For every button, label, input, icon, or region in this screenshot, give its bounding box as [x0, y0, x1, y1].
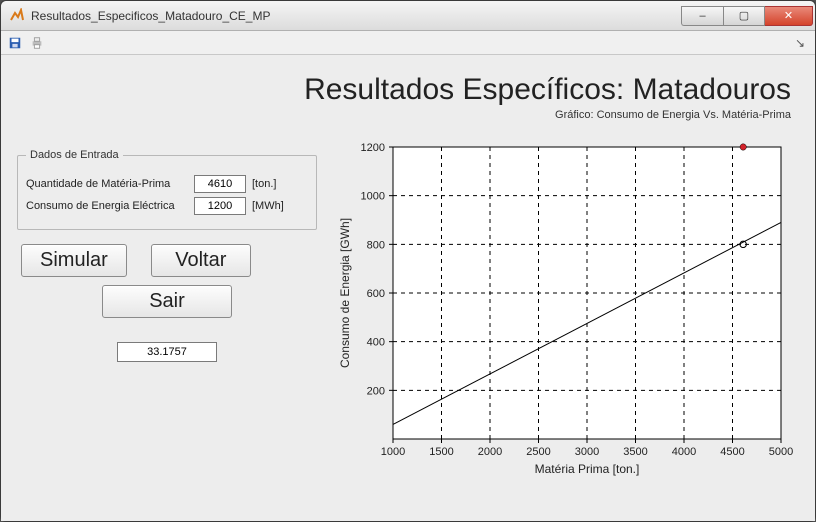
inputs-group: Dados de Entrada Quantidade de Matéria-P… [17, 149, 317, 230]
toolbar: ↘ [1, 31, 815, 55]
page-title: Resultados Específicos: Matadouros [17, 73, 791, 107]
simular-button[interactable]: Simular [21, 244, 127, 277]
maximize-button[interactable]: ▢ [723, 6, 765, 26]
chart: 1000 1500 2000 2500 3000 3500 4000 4500 5000 200 4… [333, 139, 793, 479]
ce-unit: [MWh] [252, 200, 292, 212]
svg-text:Matéria Prima [ton.]: Matéria Prima [ton.] [535, 462, 640, 476]
result-output: 33.1757 [117, 342, 217, 362]
svg-text:2500: 2500 [526, 446, 550, 458]
svg-text:1000: 1000 [381, 446, 405, 458]
chart-panel: 1000 1500 2000 2500 3000 3500 4000 4500 5000 200 4… [333, 131, 799, 479]
window-title: Resultados_Especificos_Matadouro_CE_MP [31, 9, 270, 23]
svg-text:2000: 2000 [478, 446, 502, 458]
matlab-app-icon [9, 8, 25, 24]
sair-button[interactable]: Sair [102, 285, 232, 318]
svg-text:1200: 1200 [361, 142, 385, 154]
svg-text:4000: 4000 [672, 446, 696, 458]
ce-input[interactable] [194, 197, 246, 215]
svg-text:400: 400 [367, 337, 385, 349]
svg-text:1000: 1000 [361, 191, 385, 203]
save-icon[interactable] [7, 35, 23, 51]
client-area: Resultados Específicos: Matadouros Gráfi… [1, 55, 815, 521]
mp-unit: [ton.] [252, 178, 292, 190]
svg-text:600: 600 [367, 288, 385, 300]
dock-arrow-icon[interactable]: ↘ [795, 36, 809, 50]
minimize-button[interactable]: – [681, 6, 723, 26]
app-window: Resultados_Especificos_Matadouro_CE_MP –… [0, 0, 816, 522]
ce-label: Consumo de Energia Eléctrica [26, 200, 188, 212]
svg-text:4500: 4500 [720, 446, 744, 458]
close-button[interactable]: ✕ [765, 6, 813, 26]
svg-text:3000: 3000 [575, 446, 599, 458]
svg-text:800: 800 [367, 239, 385, 251]
window-controls: – ▢ ✕ [681, 6, 813, 26]
field-materia-prima: Quantidade de Matéria-Prima [ton.] [26, 175, 308, 193]
svg-text:5000: 5000 [769, 446, 793, 458]
inputs-legend: Dados de Entrada [26, 149, 123, 161]
field-consumo-energia: Consumo de Energia Eléctrica [MWh] [26, 197, 308, 215]
titlebar[interactable]: Resultados_Especificos_Matadouro_CE_MP –… [1, 1, 815, 31]
chart-svg: 1000 1500 2000 2500 3000 3500 4000 4500 5000 200 4… [333, 139, 793, 479]
print-icon[interactable] [29, 35, 45, 51]
svg-text:1500: 1500 [429, 446, 453, 458]
voltar-button[interactable]: Voltar [151, 244, 251, 277]
svg-text:Consumo de Energia [GWh]: Consumo de Energia [GWh] [338, 218, 352, 368]
svg-text:200: 200 [367, 385, 385, 397]
left-panel: Dados de Entrada Quantidade de Matéria-P… [17, 131, 317, 479]
mp-input[interactable] [194, 175, 246, 193]
mp-label: Quantidade de Matéria-Prima [26, 178, 188, 190]
page-subtitle: Gráfico: Consumo de Energia Vs. Matéria-… [17, 109, 791, 121]
svg-text:3500: 3500 [623, 446, 647, 458]
